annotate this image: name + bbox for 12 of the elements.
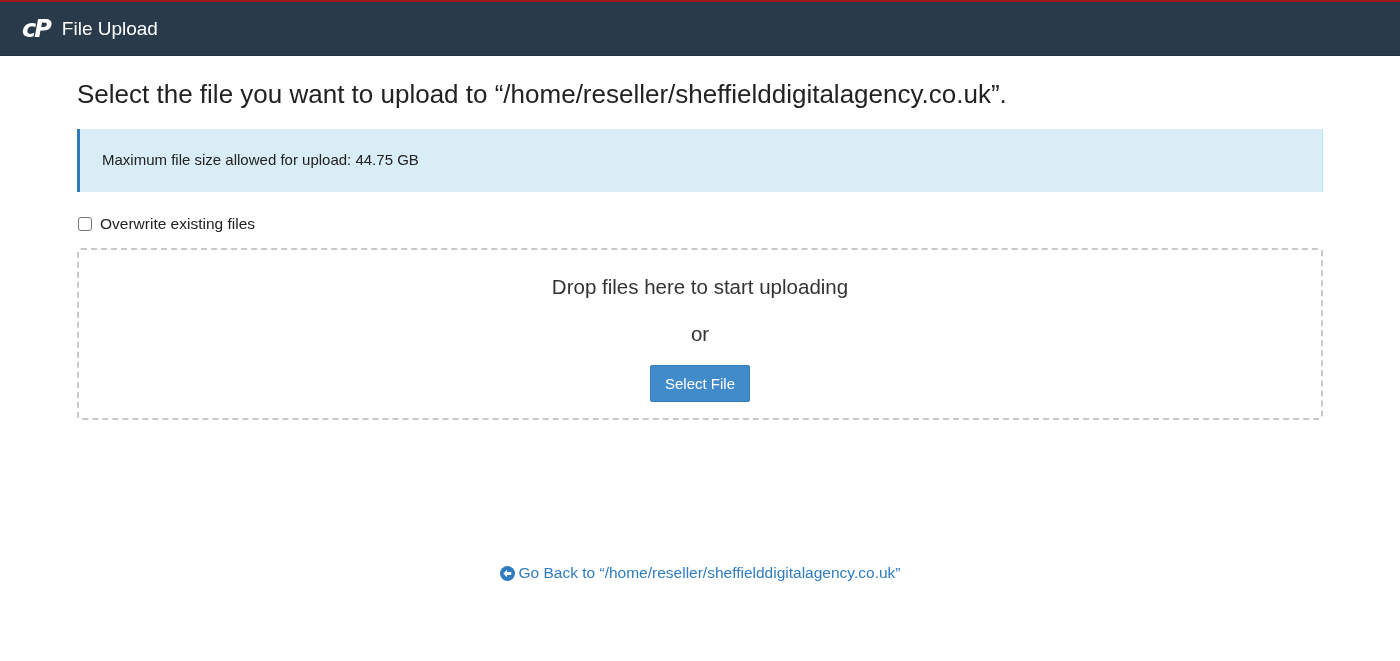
overwrite-checkbox[interactable] — [78, 217, 92, 231]
info-alert: Maximum file size allowed for upload: 44.75 GB — [77, 129, 1323, 192]
logo: cP — [22, 14, 50, 43]
left-arrow-circle-icon — [499, 565, 515, 581]
select-file-button[interactable]: Select File — [650, 365, 750, 402]
or-separator: or — [690, 321, 710, 347]
checkbox-label[interactable]: Overwrite existing files — [100, 214, 256, 234]
page-heading: Select the file you want to upload to “/home/reseller/sheffielddigitalagency.co.uk”. — [77, 78, 1008, 111]
drop-zone[interactable]: Drop files here to start uploading or Select File — [77, 248, 1323, 420]
drop-prompt: Drop files here to start uploading — [551, 274, 849, 300]
page-title: File Upload — [61, 16, 158, 41]
go-back-link[interactable]: Go Back to “/home/reseller/sheffielddigitalagency.co.uk” — [499, 563, 901, 583]
